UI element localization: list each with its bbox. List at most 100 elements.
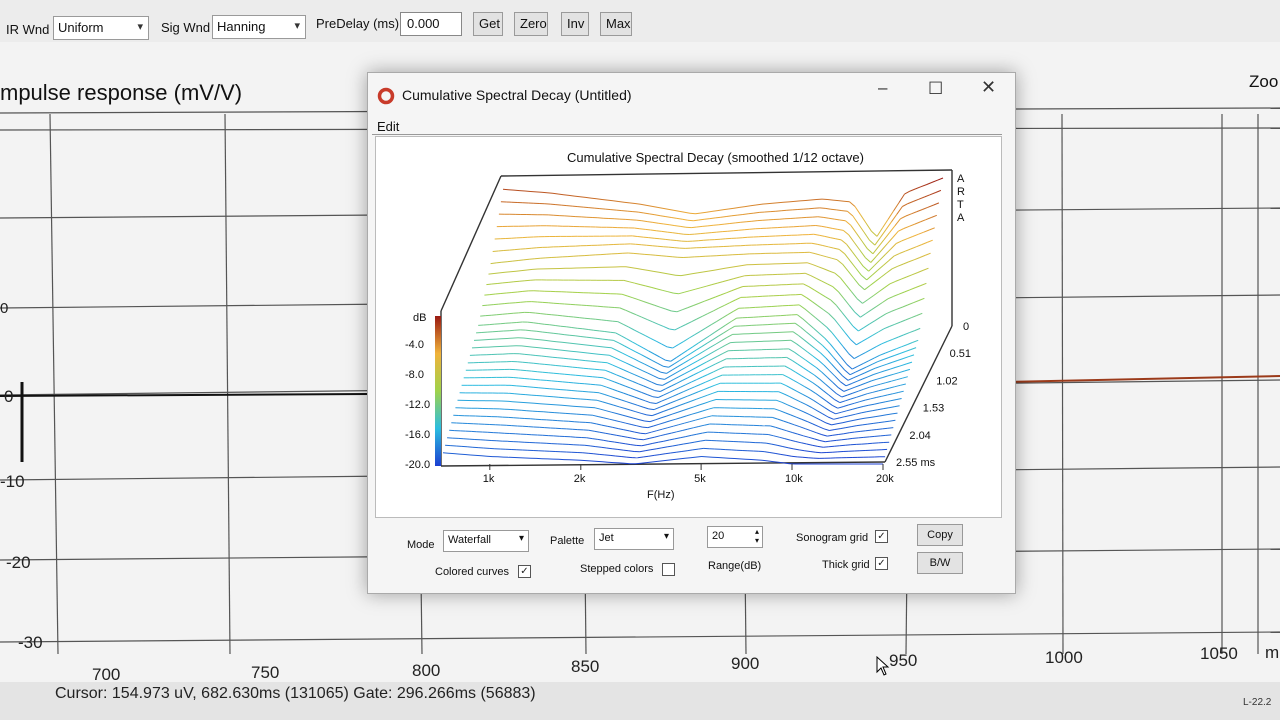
waterfall-segment (862, 423, 868, 426)
mode-select[interactable]: Waterfall ▾ (443, 530, 529, 552)
waterfall-segment (779, 436, 785, 440)
thick-grid-checkbox[interactable]: ✓ (875, 557, 888, 570)
waterfall-segment (809, 389, 816, 394)
waterfall-segment (822, 245, 829, 248)
waterfall-segment (794, 322, 801, 328)
waterfall-segment (510, 270, 517, 273)
zero-button[interactable]: Zero (514, 12, 548, 36)
stepped-colors-checkbox[interactable] (662, 563, 675, 576)
waterfall-segment (725, 321, 732, 326)
zoom-label[interactable]: Zoo (1249, 72, 1278, 92)
waterfall-segment (696, 315, 703, 320)
waterfall-segment (893, 202, 900, 212)
waterfall-segment (618, 342, 625, 347)
waterfall-segment (843, 432, 850, 435)
waterfall-segment (586, 336, 592, 339)
waterfall-segment (521, 345, 528, 347)
waterfall-segment (781, 209, 787, 212)
sig-wnd-select[interactable]: Hanning ▾ (212, 15, 306, 39)
waterfall-segment (659, 404, 666, 408)
waterfall-segment (693, 426, 699, 429)
waterfall-segment (910, 246, 917, 250)
waterfall-segment (594, 407, 601, 410)
waterfall-segment (851, 380, 858, 385)
sonogram-grid-checkbox[interactable]: ✓ (875, 530, 888, 543)
waterfall-segment (664, 375, 671, 380)
brand-letter: A (957, 173, 965, 185)
waterfall-segment (614, 441, 620, 444)
waterfall-segment (844, 332, 852, 341)
get-button[interactable]: Get (473, 12, 503, 36)
waterfall-segment (845, 383, 852, 387)
waterfall-segment (700, 381, 706, 385)
waterfall-segment (562, 381, 569, 383)
waterfall-segment (649, 366, 656, 370)
waterfall-segment (654, 454, 660, 456)
waterfall-segment (842, 263, 849, 272)
palette-select[interactable]: Jet ▾ (594, 528, 674, 550)
waterfall-segment (794, 424, 800, 428)
status-right: L-22.2 (1243, 697, 1272, 708)
waterfall-segment (900, 276, 907, 280)
waterfall-segment (660, 415, 667, 419)
waterfall-segment (532, 346, 539, 349)
close-icon[interactable]: ✕ (981, 77, 996, 98)
waterfall-segment (657, 460, 664, 462)
waterfall-segment (916, 209, 923, 213)
waterfall-segment (837, 339, 844, 348)
waterfall-segment (702, 431, 708, 434)
waterfall-segment (655, 254, 662, 257)
waterfall-segment (607, 403, 614, 406)
maximize-icon[interactable]: ☐ (928, 79, 943, 99)
predelay-input[interactable]: 0.000 (400, 12, 462, 36)
waterfall-segment (893, 353, 900, 357)
waterfall-segment (658, 394, 665, 398)
minimize-icon[interactable]: – (878, 78, 887, 98)
colored-curves-checkbox[interactable]: ✓ (518, 565, 531, 578)
waterfall-segment (702, 374, 709, 378)
waterfall-segment (634, 203, 641, 205)
waterfall-segment (821, 280, 828, 285)
waterfall-segment (801, 442, 807, 445)
waterfall-segment (792, 331, 799, 336)
waterfall-segment (898, 291, 905, 295)
range-spinner[interactable]: 20 ▴ ▾ (707, 526, 763, 548)
waterfall-segment (651, 430, 657, 433)
waterfall-segment (689, 212, 696, 215)
waterfall-segment (909, 188, 916, 192)
waterfall-segment (677, 363, 684, 368)
waterfall-segment (814, 438, 820, 441)
waterfall-segment (635, 411, 642, 414)
waterfall-segment (489, 323, 495, 326)
waterfall-segment (605, 369, 611, 373)
spinner-arrows-icon[interactable]: ▴ ▾ (755, 527, 759, 545)
waterfall-segment (729, 299, 736, 304)
waterfall-segment (671, 366, 678, 371)
waterfall-segment (632, 211, 639, 213)
waterfall-segment (809, 313, 817, 319)
x-tick: 1050 (1200, 644, 1238, 663)
waterfall-segment (813, 399, 820, 405)
waterfall-segment (590, 360, 597, 363)
waterfall-segment (627, 210, 633, 213)
waterfall-segment (683, 442, 690, 445)
bw-button[interactable]: B/W (917, 552, 963, 574)
waterfall-segment (733, 276, 740, 280)
waterfall-segment (805, 272, 812, 277)
waterfall-segment (687, 449, 693, 452)
inv-button[interactable]: Inv (561, 12, 589, 36)
waterfall-segment (681, 395, 688, 399)
waterfall-segment (708, 407, 715, 410)
waterfall-segment (623, 279, 630, 283)
menu-edit[interactable]: Edit (377, 119, 399, 134)
waterfall-segment (689, 386, 695, 390)
copy-button[interactable]: Copy (917, 524, 963, 546)
waterfall-segment (695, 364, 702, 369)
waterfall-segment (594, 207, 600, 210)
ir-wnd-select[interactable]: Uniform ▾ (53, 16, 149, 40)
waterfall-segment (493, 272, 500, 274)
waterfall-segment (730, 317, 737, 322)
waterfall-segment (849, 305, 856, 313)
max-button[interactable]: Max (600, 12, 632, 36)
waterfall-segment (513, 280, 520, 283)
